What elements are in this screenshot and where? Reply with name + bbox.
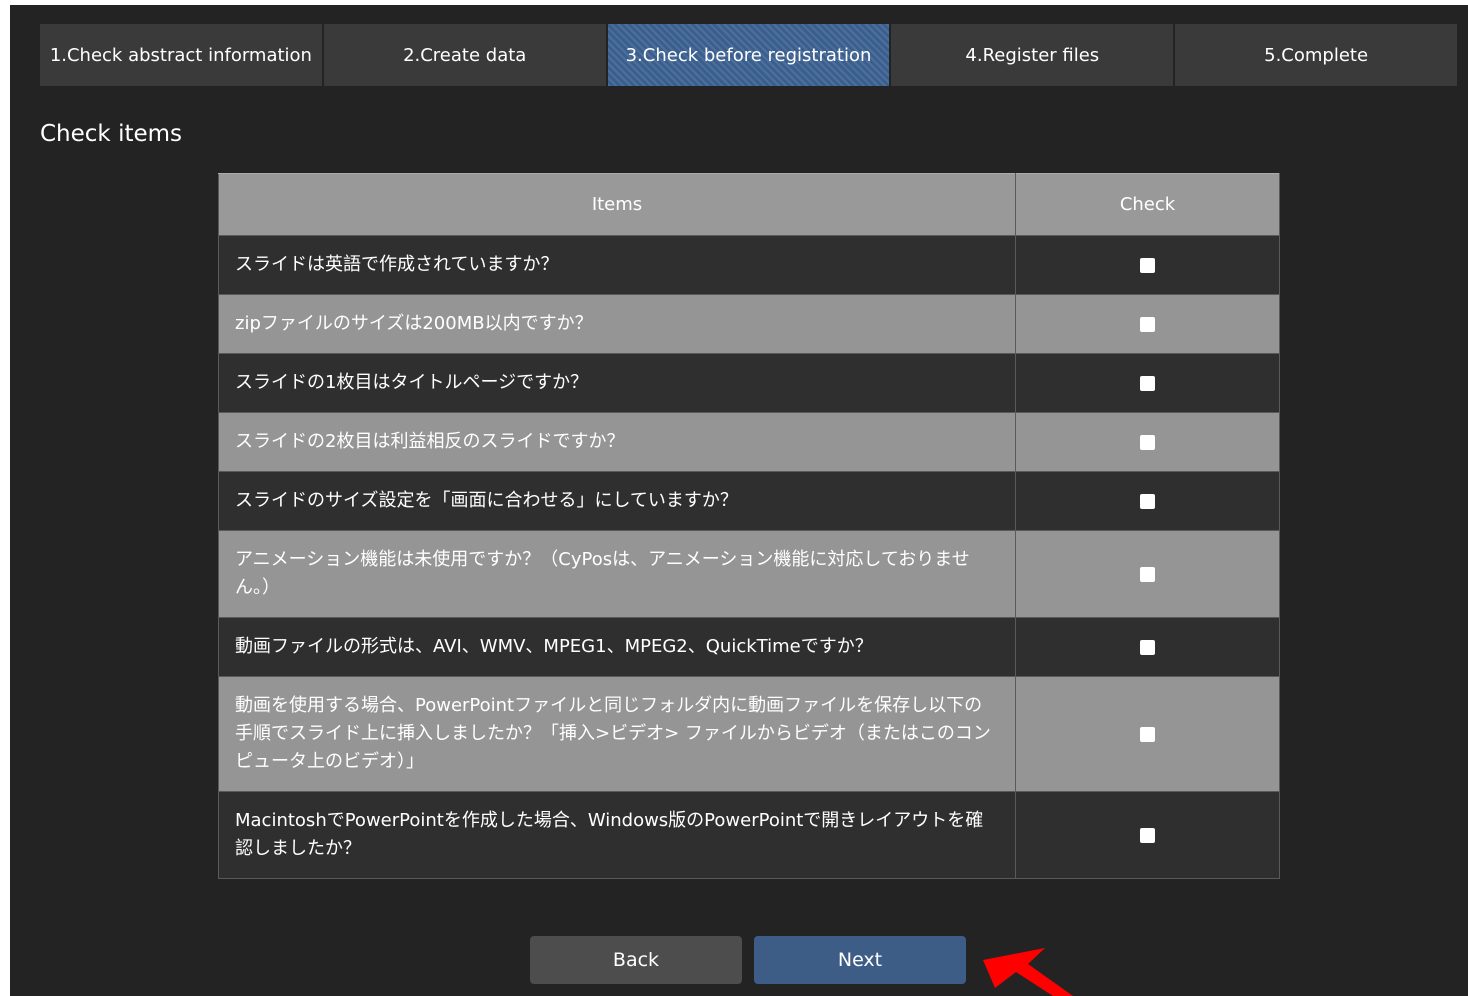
- check-item-checkbox[interactable]: [1140, 639, 1155, 655]
- table-row: スライドの1枚目はタイトルページですか？: [218, 353, 1280, 413]
- check-item-text: スライドのサイズ設定を「画面に合わせる」にしていますか？: [218, 471, 1016, 531]
- check-item-checkbox[interactable]: [1140, 257, 1155, 273]
- check-item-text: スライドの1枚目はタイトルページですか？: [218, 353, 1016, 413]
- check-item-checkbox[interactable]: [1140, 375, 1155, 391]
- table-header-row: Items Check: [218, 173, 1280, 236]
- check-cell: [1015, 617, 1280, 677]
- check-cell: [1015, 353, 1280, 413]
- table-row: スライドは英語で作成されていますか？: [218, 235, 1280, 295]
- check-item-text: MacintoshでPowerPointを作成した場合、Windows版のPow…: [218, 791, 1016, 879]
- check-item-checkbox[interactable]: [1140, 316, 1155, 332]
- table-row: MacintoshでPowerPointを作成した場合、Windows版のPow…: [218, 791, 1280, 879]
- check-cell: [1015, 676, 1280, 792]
- back-button[interactable]: Back: [530, 936, 742, 984]
- red-arrow-icon: [983, 948, 1073, 996]
- step-progress-bar: 1.Check abstract information 2.Create da…: [40, 24, 1457, 86]
- step-2[interactable]: 2.Create data: [323, 24, 608, 86]
- check-item-checkbox[interactable]: [1140, 566, 1155, 582]
- check-item-checkbox[interactable]: [1140, 434, 1155, 450]
- table-row: アニメーション機能は未使用ですか？（CyPosは、アニメーション機能に対応してお…: [218, 530, 1280, 618]
- step-1[interactable]: 1.Check abstract information: [40, 24, 324, 86]
- table-row: 動画を使用する場合、PowerPointファイルと同じフォルダ内に動画ファイルを…: [218, 676, 1280, 792]
- table-row: スライドのサイズ設定を「画面に合わせる」にしていますか？: [218, 471, 1280, 531]
- section-title: Check items: [40, 121, 183, 147]
- check-item-text: 動画ファイルの形式は、AVI、WMV、MPEG1、MPEG2、QuickTime…: [218, 617, 1016, 677]
- table-row: 動画ファイルの形式は、AVI、WMV、MPEG1、MPEG2、QuickTime…: [218, 617, 1280, 677]
- check-cell: [1015, 412, 1280, 472]
- check-cell: [1015, 791, 1280, 879]
- check-item-text: スライドは英語で作成されていますか？: [218, 235, 1016, 295]
- step-4[interactable]: 4.Register files: [891, 24, 1176, 86]
- check-column-header: Check: [1015, 173, 1280, 236]
- check-item-text: zipファイルのサイズは200MB以内ですか？: [218, 294, 1016, 354]
- check-item-checkbox[interactable]: [1140, 726, 1155, 742]
- check-items-table: Items Check スライドは英語で作成されていますか？ zipファイルのサ…: [218, 173, 1280, 879]
- table-row: zipファイルのサイズは200MB以内ですか？: [218, 294, 1280, 354]
- next-button[interactable]: Next: [754, 936, 966, 984]
- page-frame: 1.Check abstract information 2.Create da…: [10, 5, 1468, 996]
- table-row: スライドの2枚目は利益相反のスライドですか？: [218, 412, 1280, 472]
- check-item-text: 動画を使用する場合、PowerPointファイルと同じフォルダ内に動画ファイルを…: [218, 676, 1016, 792]
- check-cell: [1015, 530, 1280, 618]
- check-cell: [1015, 294, 1280, 354]
- check-item-text: スライドの2枚目は利益相反のスライドですか？: [218, 412, 1016, 472]
- items-column-header: Items: [218, 173, 1016, 236]
- check-item-checkbox[interactable]: [1140, 493, 1155, 509]
- check-cell: [1015, 471, 1280, 531]
- check-item-text: アニメーション機能は未使用ですか？（CyPosは、アニメーション機能に対応してお…: [218, 530, 1016, 618]
- step-5[interactable]: 5.Complete: [1175, 24, 1457, 86]
- step-3-active[interactable]: 3.Check before registration: [607, 24, 892, 86]
- check-cell: [1015, 235, 1280, 295]
- check-item-checkbox[interactable]: [1140, 827, 1155, 843]
